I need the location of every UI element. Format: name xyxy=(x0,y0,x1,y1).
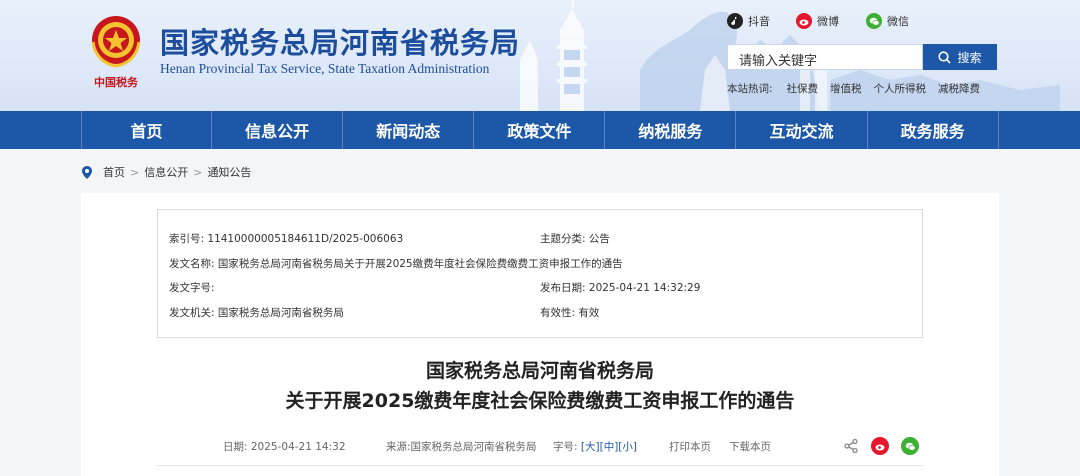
meta-topic-value: 公告 xyxy=(588,233,610,245)
share-icon[interactable] xyxy=(843,438,859,454)
share-weibo-icon[interactable] xyxy=(871,437,889,455)
meta-doc-no: 发文字号: xyxy=(169,280,215,295)
article-date: 日期: 2025-04-21 14:32 xyxy=(223,441,346,453)
hot-words: 本站热词: 社保费 增值税 个人所得税 减税降费 xyxy=(727,81,992,96)
meta-issuer-value: 国家税务总局河南省税务局 xyxy=(217,307,344,319)
weibo-link[interactable]: 微博 xyxy=(796,13,839,29)
search-button[interactable]: 搜索 xyxy=(923,44,997,70)
print-page-link[interactable]: 打印本页 xyxy=(669,439,711,454)
meta-pub-date: 发布日期: 2025-04-21 14:32:29 xyxy=(540,280,700,295)
info-bar-divider xyxy=(157,465,923,466)
wechat-label: 微信 xyxy=(887,15,909,28)
site-subtitle: Henan Provincial Tax Service, State Taxa… xyxy=(160,61,490,76)
weibo-icon xyxy=(796,13,812,29)
breadcrumb-notices[interactable]: 通知公告 xyxy=(207,164,251,180)
meta-issuer-label: 发文机关: xyxy=(169,307,215,319)
main-nav: 首页 信息公开 新闻动态 政策文件 纳税服务 互动交流 政务服务 xyxy=(0,111,1080,149)
site-header: 中国税务 国家税务总局河南省税务局 Henan Provincial Tax S… xyxy=(0,0,1080,111)
nav-item-interaction[interactable]: 互动交流 xyxy=(736,111,868,149)
location-pin-icon xyxy=(82,165,92,179)
meta-validity-label: 有效性: xyxy=(540,307,576,319)
article-title-line1: 国家税务总局河南省税务局 xyxy=(425,360,654,382)
meta-index-value: 11410000005184611D/2025-006063 xyxy=(207,233,404,245)
search-input[interactable]: 请输入关键字 xyxy=(727,44,923,70)
meta-index-label: 索引号: xyxy=(169,233,205,245)
font-size-control: 字号: [大][中][小] xyxy=(553,439,637,454)
tax-emblem-logo: 中国税务 xyxy=(91,16,141,89)
meta-doc-name: 发文名称: 国家税务总局河南省税务局关于开展2025缴费年度社会保险费缴费工资申… xyxy=(169,256,623,271)
weibo-label: 微博 xyxy=(817,15,839,28)
breadcrumb-separator: > xyxy=(193,165,203,179)
hot-word-link[interactable]: 个人所得税 xyxy=(874,81,927,96)
meta-index: 索引号: 11410000005184611D/2025-006063 xyxy=(169,231,403,246)
download-page-link[interactable]: 下载本页 xyxy=(729,439,771,454)
hot-word-link[interactable]: 增值税 xyxy=(830,81,862,96)
breadcrumb-separator: > xyxy=(130,165,140,179)
font-size-medium-button[interactable]: [中] xyxy=(600,441,619,453)
nav-item-news[interactable]: 新闻动态 xyxy=(343,111,475,149)
breadcrumb-home[interactable]: 首页 xyxy=(103,164,125,180)
nav-item-info-disclosure[interactable]: 信息公开 xyxy=(212,111,344,149)
meta-pub-date-value: 2025-04-21 14:32:29 xyxy=(588,282,701,294)
search-icon xyxy=(938,50,952,64)
font-size-large-button[interactable]: [大] xyxy=(581,441,600,453)
meta-topic: 主题分类: 公告 xyxy=(540,231,610,246)
hot-words-label: 本站热词: xyxy=(727,83,773,95)
site-title: 国家税务总局河南省税务局 xyxy=(160,26,521,60)
nav-item-home[interactable]: 首页 xyxy=(81,111,213,149)
font-size-label: 字号: xyxy=(553,441,578,453)
douyin-link[interactable]: 抖音 xyxy=(727,13,770,29)
douyin-icon xyxy=(727,13,743,29)
meta-doc-name-value: 国家税务总局河南省税务局关于开展2025缴费年度社会保险费缴费工资申报工作的通告 xyxy=(217,258,623,270)
nav-item-policy[interactable]: 政策文件 xyxy=(474,111,606,149)
nav-item-gov-service[interactable]: 政务服务 xyxy=(868,111,999,149)
meta-pub-date-label: 发布日期: xyxy=(540,282,586,294)
hot-word-link[interactable]: 减税降费 xyxy=(938,81,980,96)
meta-doc-no-label: 发文字号: xyxy=(169,282,215,294)
nav-item-tax-service[interactable]: 纳税服务 xyxy=(605,111,737,149)
search-button-label: 搜索 xyxy=(957,50,982,65)
meta-topic-label: 主题分类: xyxy=(540,233,586,245)
share-icons xyxy=(843,437,919,455)
breadcrumb-info-disclosure[interactable]: 信息公开 xyxy=(144,164,188,180)
meta-validity-value: 有效 xyxy=(578,307,600,319)
svg-text:中国税务: 中国税务 xyxy=(94,75,139,89)
meta-validity: 有效性: 有效 xyxy=(540,305,599,320)
article-source: 来源:国家税务总局河南省税务局 xyxy=(386,441,537,453)
share-wechat-icon[interactable] xyxy=(901,437,919,455)
font-size-small-button[interactable]: [小] xyxy=(618,441,637,453)
douyin-label: 抖音 xyxy=(748,15,770,28)
breadcrumb: 首页 > 信息公开 > 通知公告 xyxy=(82,164,251,180)
wechat-link[interactable]: 微信 xyxy=(866,13,909,29)
meta-issuer: 发文机关: 国家税务总局河南省税务局 xyxy=(169,305,344,320)
meta-doc-name-label: 发文名称: xyxy=(169,258,215,270)
wechat-icon xyxy=(866,13,882,29)
article-title-line2: 关于开展2025缴费年度社会保险费缴费工资申报工作的通告 xyxy=(285,390,795,412)
hot-word-link[interactable]: 社保费 xyxy=(787,81,819,96)
